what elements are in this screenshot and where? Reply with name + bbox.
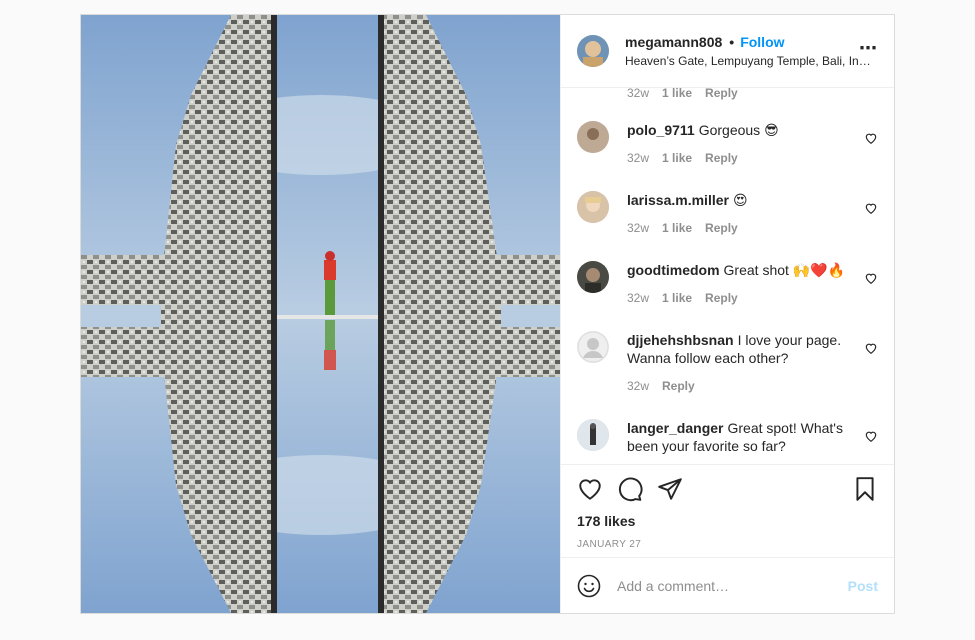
- comment-time[interactable]: 32w: [627, 221, 649, 235]
- partial-comment-meta: 32w 1 like Reply: [627, 88, 738, 100]
- comment-text-line: goodtimedom Great shot 🙌❤️🔥: [627, 261, 859, 279]
- comment-meta: 32w 1 like Reply: [627, 151, 859, 165]
- separator-dot: •: [729, 34, 735, 50]
- comment-time[interactable]: 32w: [627, 379, 649, 393]
- share-icon[interactable]: [657, 476, 683, 502]
- comment-icon[interactable]: [617, 476, 643, 502]
- reply-button[interactable]: Reply: [705, 221, 738, 235]
- comment-username[interactable]: polo_9711: [627, 122, 695, 138]
- like-comment-heart-icon[interactable]: [864, 429, 878, 443]
- comment-username[interactable]: goodtimedom: [627, 262, 720, 278]
- post-button[interactable]: Post: [848, 578, 878, 594]
- comment-time[interactable]: 32w: [627, 151, 649, 165]
- comment-body: polo_9711 Gorgeous 😎 32w 1 like Reply: [627, 121, 859, 165]
- bookmark-icon[interactable]: [852, 476, 878, 502]
- like-comment-heart-icon[interactable]: [864, 131, 878, 145]
- reply-button[interactable]: Reply: [662, 379, 695, 393]
- commenter-avatar[interactable]: [577, 419, 609, 451]
- temple-gate-image: [81, 15, 560, 613]
- default-avatar[interactable]: [577, 331, 609, 363]
- comment-body: larissa.m.miller 😍 32w 1 like Reply: [627, 191, 859, 235]
- comment-likes[interactable]: 1 like: [662, 291, 692, 305]
- commenter-avatar[interactable]: [577, 121, 609, 153]
- comment-time[interactable]: 32w: [627, 88, 649, 100]
- smiley-icon[interactable]: [577, 574, 601, 598]
- post-date[interactable]: JANUARY 27: [577, 539, 878, 550]
- commenter-avatar[interactable]: [577, 261, 609, 293]
- follow-button[interactable]: Follow: [740, 34, 784, 50]
- add-comment-bar: Post: [561, 557, 894, 613]
- author-avatar[interactable]: [577, 35, 609, 67]
- post-photo[interactable]: [81, 15, 560, 613]
- reply-button[interactable]: Reply: [705, 291, 738, 305]
- comment-meta: 32w 1 like Reply: [627, 221, 859, 235]
- comment-text-line: langer_danger Great spot! What's been you…: [627, 419, 859, 455]
- like-comment-heart-icon[interactable]: [864, 201, 878, 215]
- comment-body: langer_danger Great spot! What's been you…: [627, 419, 859, 455]
- reply-button[interactable]: Reply: [705, 151, 738, 165]
- comment-text: 😍: [732, 192, 748, 208]
- comments-list[interactable]: 32w 1 like Reply polo_9711 Gorgeous 😎 32w…: [561, 88, 894, 464]
- reply-button[interactable]: Reply: [705, 88, 738, 100]
- like-comment-heart-icon[interactable]: [864, 341, 878, 355]
- comment-likes[interactable]: 1 like: [662, 88, 692, 100]
- comment-meta: 32w Reply: [627, 379, 859, 393]
- comment-item: larissa.m.miller 😍 32w 1 like Reply: [577, 191, 878, 235]
- comment-body: djjehehshbsnan I love your page. Wanna fo…: [627, 331, 859, 393]
- heart-icon[interactable]: [577, 476, 603, 502]
- header-text: megamann808 • Follow Heaven’s Gate, Lemp…: [625, 34, 875, 68]
- comment-item: goodtimedom Great shot 🙌❤️🔥 32w 1 like Re…: [577, 261, 878, 305]
- more-icon[interactable]: ⋯: [859, 39, 878, 57]
- likes-count[interactable]: 178 likes: [577, 513, 878, 529]
- comment-item: polo_9711 Gorgeous 😎 32w 1 like Reply: [577, 121, 878, 165]
- comment-meta: 32w 1 like Reply: [627, 291, 859, 305]
- post-actions: 178 likes JANUARY 27: [561, 464, 894, 550]
- comment-username[interactable]: larissa.m.miller: [627, 192, 729, 208]
- comment-item: langer_danger Great spot! What's been you…: [577, 419, 878, 455]
- comment-text: Gorgeous 😎: [698, 122, 779, 138]
- action-icons: [577, 465, 878, 513]
- post-sidebar: megamann808 • Follow Heaven’s Gate, Lemp…: [560, 15, 894, 613]
- comment-input[interactable]: [617, 577, 848, 594]
- comment-time[interactable]: 32w: [627, 291, 649, 305]
- comment-text-line: polo_9711 Gorgeous 😎: [627, 121, 859, 139]
- comment-text-line: larissa.m.miller 😍: [627, 191, 859, 209]
- location-link[interactable]: Heaven’s Gate, Lempuyang Temple, Bali, I…: [625, 54, 875, 68]
- comment-text-line: djjehehshbsnan I love your page. Wanna fo…: [627, 331, 859, 367]
- author-username[interactable]: megamann808: [625, 34, 722, 50]
- comment-likes[interactable]: 1 like: [662, 151, 692, 165]
- comment-username[interactable]: djjehehshbsnan: [627, 332, 734, 348]
- header-line: megamann808 • Follow: [625, 34, 875, 50]
- comment-item: djjehehshbsnan I love your page. Wanna fo…: [577, 331, 878, 393]
- comment-body: goodtimedom Great shot 🙌❤️🔥 32w 1 like Re…: [627, 261, 859, 305]
- post-header: megamann808 • Follow Heaven’s Gate, Lemp…: [561, 15, 894, 88]
- post-card: megamann808 • Follow Heaven’s Gate, Lemp…: [80, 14, 895, 614]
- comment-likes[interactable]: 1 like: [662, 221, 692, 235]
- comment-username[interactable]: langer_danger: [627, 420, 723, 436]
- like-comment-heart-icon[interactable]: [864, 271, 878, 285]
- commenter-avatar[interactable]: [577, 191, 609, 223]
- comment-text: Great shot 🙌❤️🔥: [723, 262, 846, 278]
